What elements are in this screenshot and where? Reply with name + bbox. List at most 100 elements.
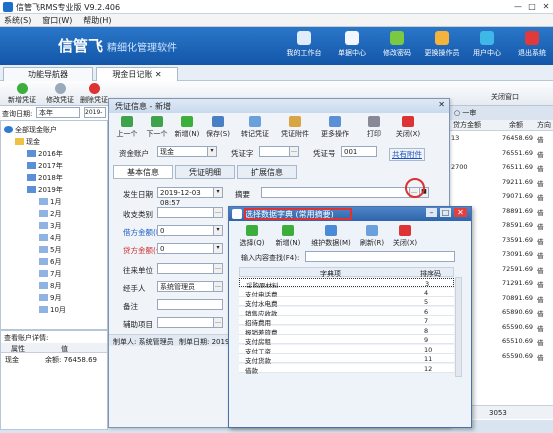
maximize-icon[interactable]: □ (440, 208, 451, 217)
dict-row[interactable]: 报销差旅费 8 (239, 325, 454, 337)
tree-year[interactable]: 2017年 (27, 161, 63, 171)
menu-window[interactable]: 窗口(W) (38, 14, 76, 27)
tree-month[interactable]: 3月 (39, 221, 61, 231)
tree-month[interactable]: 2月 (39, 209, 61, 219)
maintain-button[interactable]: 维护数据(M) (309, 225, 353, 248)
grid-cell: 借 (537, 237, 544, 246)
select-button[interactable]: 选择(Q) (237, 225, 267, 248)
tree-year[interactable]: 2018年 (27, 173, 63, 183)
grid-cell: 借 (537, 165, 544, 173)
menu-help[interactable]: 帮助(H) (79, 14, 115, 27)
dict-item-seq: 4 (424, 288, 429, 297)
account-select[interactable]: 现金 ▾ (157, 146, 217, 157)
voucher-char-input[interactable]: … (259, 146, 299, 157)
new-button[interactable]: 新增(N) (173, 116, 201, 139)
unit-input[interactable]: … (157, 263, 223, 274)
tab-cash-journal[interactable]: 現金日记账 ✕ (96, 67, 178, 81)
tree-cash[interactable]: 现金 (15, 137, 40, 147)
scrollbar[interactable] (455, 277, 462, 377)
prev-button[interactable]: 上一个 (113, 116, 141, 139)
query-period-select[interactable]: 本年 (36, 107, 80, 118)
dict-row[interactable]: 借款 12 (239, 363, 454, 375)
tab-extended-info[interactable]: 扩展信息 (237, 165, 297, 179)
print-button[interactable]: 打印 (361, 116, 387, 139)
dict-item-seq: 5 (424, 298, 429, 306)
menu-system[interactable]: 系统(S) (0, 14, 35, 27)
review-radio[interactable]: ○ 一审 (454, 108, 476, 118)
nav-documents[interactable]: 单据中心 (331, 30, 373, 64)
minimize-icon[interactable]: – (426, 208, 437, 217)
maximize-icon[interactable]: □ (526, 2, 538, 11)
tree-month[interactable]: 7月 (39, 269, 61, 279)
menu-bar: 系统(S) 窗口(W) 帮助(H) (0, 14, 553, 27)
add-button[interactable]: 新增(N) (273, 225, 303, 248)
nav-user-center[interactable]: 用户中心 (466, 30, 508, 64)
aux-input[interactable]: … (157, 317, 223, 328)
tree-month[interactable]: 4月 (39, 233, 61, 243)
query-date-input[interactable]: 2019- (84, 107, 106, 118)
grid-header-credit: 贷方金额 (449, 120, 489, 131)
voucher-no-input[interactable]: 001 (341, 146, 377, 157)
tree-month[interactable]: 1月 (39, 197, 61, 207)
close-window-button[interactable]: 关闭窗口 (470, 92, 540, 102)
delete-voucher-button[interactable]: 删除凭证 (80, 83, 108, 105)
dict-row[interactable]: 支付房租 9 (239, 335, 454, 346)
close-icon[interactable]: ✕ (540, 2, 552, 11)
credit-input[interactable]: 0 ▾ (157, 243, 223, 254)
tree-year[interactable]: 2019年 (27, 185, 63, 195)
close-button[interactable]: 关闭(X) (393, 116, 423, 139)
grid-cell: 借 (537, 339, 544, 347)
dict-row[interactable]: 支付电话费 4 (239, 287, 454, 299)
edit-voucher-button[interactable]: 修改凭证 (42, 83, 78, 105)
tree-month[interactable]: 8月 (39, 281, 61, 291)
dict-row[interactable]: 销售应收款 6 (239, 306, 454, 318)
next-button[interactable]: 下一个 (143, 116, 171, 139)
tree-root[interactable]: 全部现金账户 (4, 125, 57, 135)
new-voucher-button[interactable]: 新增凭证 (4, 83, 40, 105)
debit-input[interactable]: 0 ▾ (157, 225, 223, 236)
dialog-close-icon[interactable]: ✕ (438, 100, 445, 109)
dict-row[interactable]: 支付水电费 5 (239, 297, 454, 308)
close-icon[interactable]: ✕ (454, 208, 467, 217)
tree-month[interactable]: 6月 (39, 257, 61, 267)
calendar-icon (27, 162, 36, 169)
note-input[interactable] (157, 299, 223, 310)
more-actions-button[interactable]: 更多操作 (317, 116, 353, 139)
globe-icon (4, 126, 13, 133)
voucher-char-label: 凭证字 (231, 149, 254, 158)
edit-icon (54, 83, 66, 94)
date-input[interactable]: 2019-12-03 08:57 ▾ (157, 187, 223, 207)
refresh-button[interactable]: 刷新(R) (357, 225, 387, 248)
summary-input[interactable]: … ■ (261, 187, 429, 198)
tree-month[interactable]: 9月 (39, 293, 61, 303)
printer-icon (368, 116, 380, 127)
user-icon (435, 31, 449, 45)
tree-month[interactable]: 5月 (39, 245, 61, 255)
minimize-icon[interactable]: — (512, 2, 524, 11)
table-icon (39, 306, 48, 313)
tree-month[interactable]: 10月 (39, 305, 66, 315)
search-input[interactable] (305, 251, 455, 262)
tab-voucher-detail[interactable]: 凭证明细 (175, 165, 235, 179)
nav-exit[interactable]: 退出系统 (511, 30, 553, 64)
tab-navigator[interactable]: 功能导航器 (3, 67, 93, 81)
dict-row[interactable]: 采购原材料 3 (239, 278, 454, 290)
highlight-box (244, 208, 352, 220)
dict-row[interactable]: 支付工资 10 (239, 344, 454, 356)
attachment-button[interactable]: 凭证附件 (277, 116, 313, 139)
dict-row[interactable]: 招待费用 7 (239, 316, 454, 327)
nav-password[interactable]: 修改密码 (376, 30, 418, 64)
handler-input[interactable]: 系统管理员… (157, 281, 223, 292)
close-tab-icon[interactable]: ✕ (155, 70, 162, 79)
tree-year[interactable]: 2016年 (27, 149, 63, 159)
dict-row[interactable]: 支付货款 11 (239, 354, 454, 365)
save-button[interactable]: 保存(S) (203, 116, 233, 139)
category-input[interactable]: … (157, 207, 223, 218)
transfer-voucher-button[interactable]: 转记凭证 (237, 116, 273, 139)
nav-workbench[interactable]: 我的工作台 (283, 30, 325, 64)
close-button[interactable]: 关闭(X) (389, 225, 421, 248)
nav-switch-user[interactable]: 更换操作员 (421, 30, 463, 64)
tab-basic-info[interactable]: 基本信息 (113, 165, 173, 179)
shared-attachment-link[interactable]: 共有附件 (389, 148, 425, 161)
table-icon (39, 198, 48, 205)
